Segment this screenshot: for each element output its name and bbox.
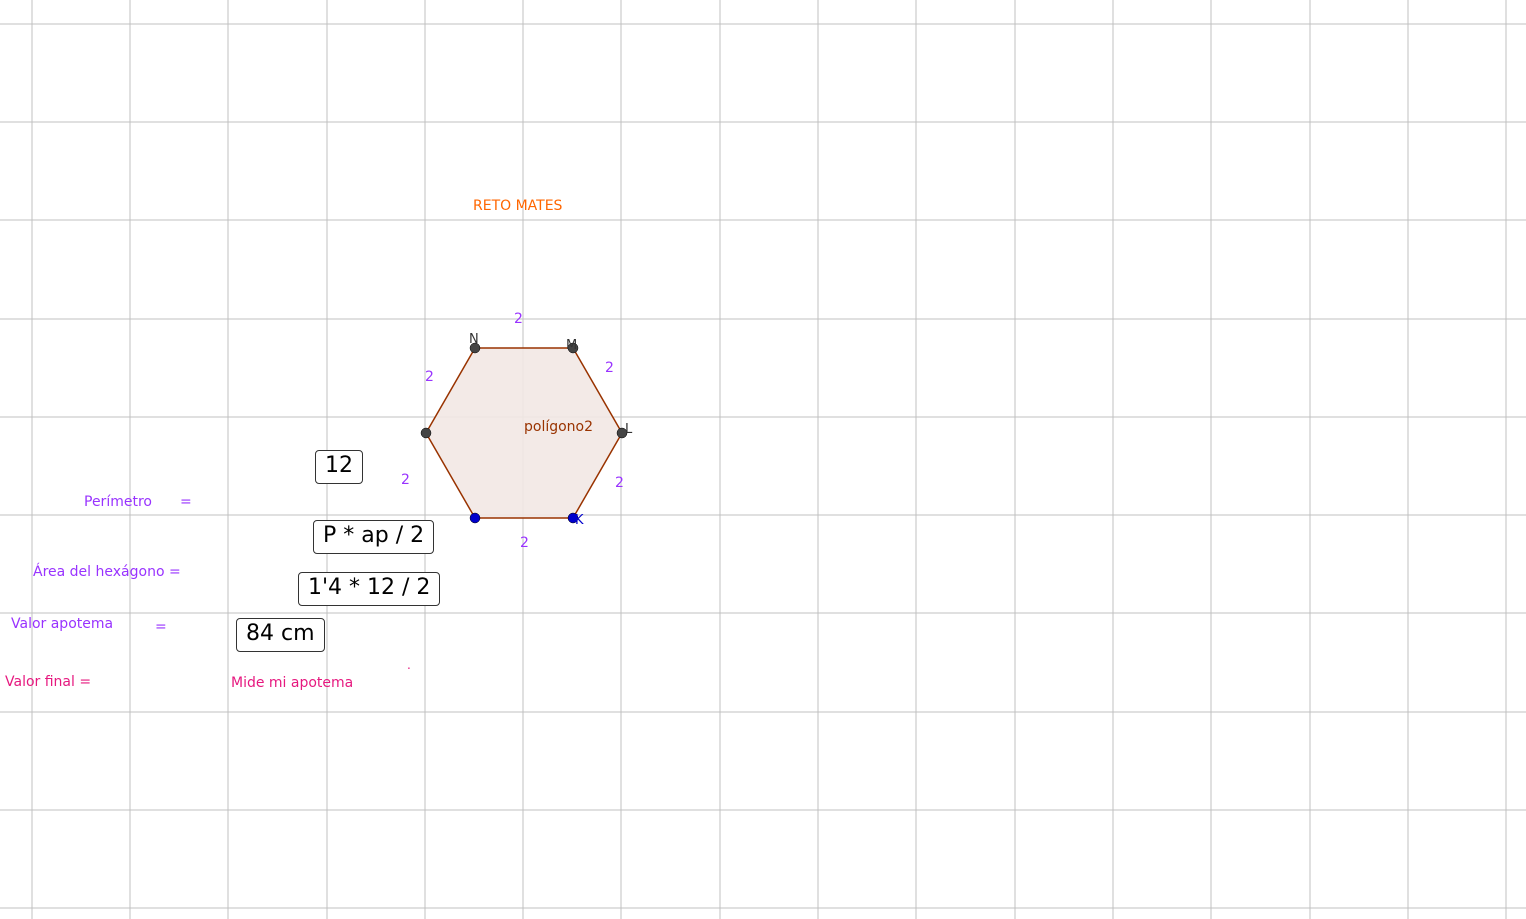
title-text: RETO MATES — [473, 198, 563, 214]
area-substitution-input[interactable]: 1'4 * 12 / 2 — [298, 572, 441, 606]
area-label: Área del hexágono = — [33, 564, 181, 580]
polygon-name-label: polígono2 — [524, 419, 594, 435]
grid-lines — [0, 0, 1526, 919]
side-label-top-right: 2 — [605, 360, 614, 376]
valor-final-label: Valor final = — [5, 674, 92, 690]
vertex-point-o[interactable] — [420, 427, 432, 439]
vertex-label-m: M — [566, 338, 578, 353]
apotema-label: Valor apotema — [11, 616, 114, 632]
vertex-label-k: K — [575, 513, 584, 528]
apotema-value-input[interactable]: 84 cm — [236, 618, 325, 652]
side-label-bottom-right: 2 — [615, 475, 624, 491]
side-label-top-left: 2 — [425, 369, 434, 385]
side-label-top: 2 — [514, 311, 523, 327]
geometry-canvas[interactable] — [0, 0, 1526, 919]
vertex-label-n: N — [469, 332, 479, 347]
vertex-label-l: L — [625, 422, 633, 437]
perimetro-label: Perímetro — [84, 494, 152, 510]
area-formula-input[interactable]: P * ap / 2 — [313, 520, 435, 554]
perimetro-input[interactable]: 12 — [315, 450, 363, 484]
apotema-equals: = — [155, 619, 167, 635]
dot-mark: . — [407, 658, 411, 672]
perimetro-equals: = — [180, 494, 192, 510]
side-label-bottom-left: 2 — [401, 472, 410, 488]
side-label-bottom: 2 — [520, 535, 529, 551]
mide-apotema-label: Mide mi apotema — [231, 675, 354, 691]
vertex-point-j[interactable] — [469, 512, 481, 524]
